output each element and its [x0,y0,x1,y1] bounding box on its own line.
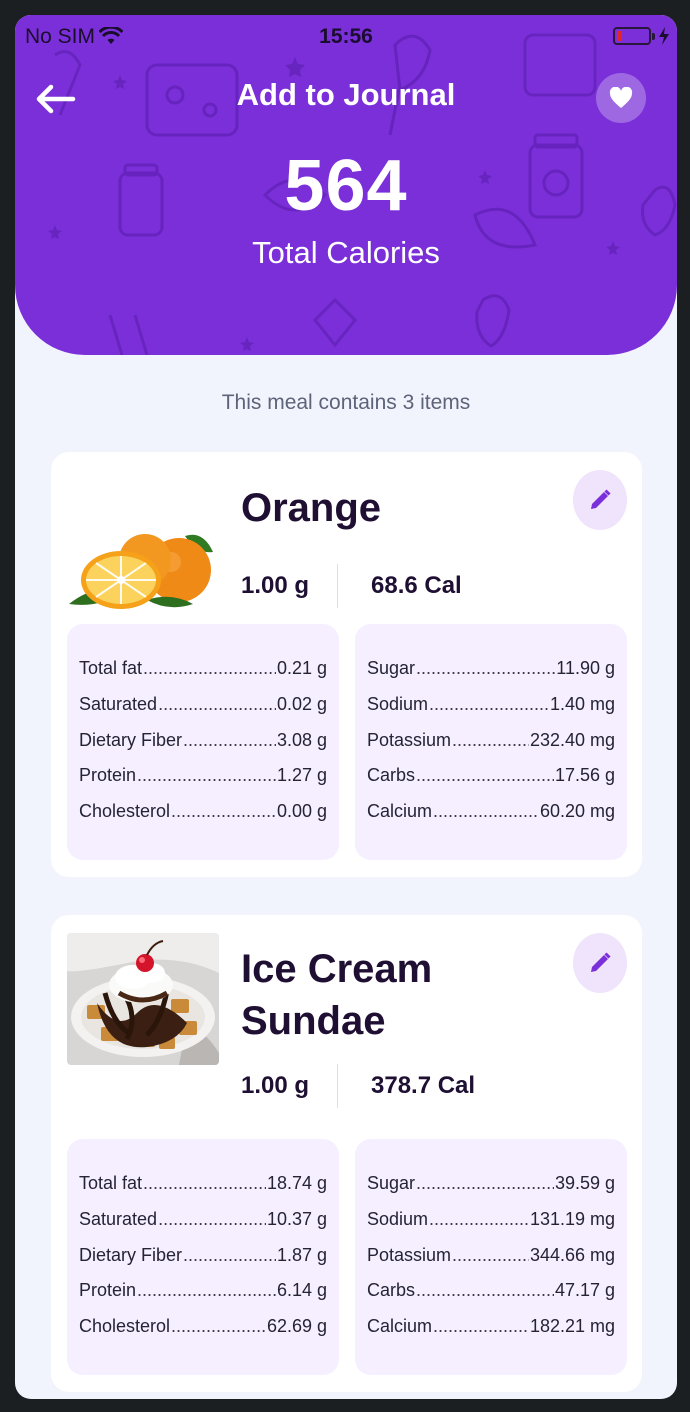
food-card[interactable]: Orange 1.00 g 68.6 Cal Total fat0.21 g S… [51,452,642,877]
charging-bolt-icon [659,27,669,45]
nutrient-row: Sodium1.40 mg [367,694,615,730]
nutrient-row: Calcium60.20 mg [367,801,615,837]
nutrient-row: Dietary Fiber3.08 g [79,730,327,766]
status-time: 15:56 [319,25,373,48]
orange-image [67,482,219,614]
food-name: Ice Cream Sundae [241,947,433,1043]
journal-header: No SIM 15:56 Add to Journal 564 Total Ca… [15,15,677,355]
total-calories-value: 564 [284,146,408,226]
total-calories-label: Total Calories [252,235,440,270]
nutrient-row: Potassium232.40 mg [367,730,615,766]
heart-icon [609,87,633,108]
nutrient-panel-left: Total fat0.21 g Saturated0.02 g Dietary … [67,624,339,860]
pencil-icon [591,952,611,972]
nutrient-row: Saturated10.37 g [79,1209,327,1245]
nutrient-row: Total fat0.21 g [79,658,327,694]
food-quantity: 1.00 g [241,1072,310,1099]
nutrient-row: Sugar11.90 g [367,658,615,694]
nutrient-row: Cholesterol62.69 g [79,1316,327,1352]
nutrient-row: Dietary Fiber1.87 g [79,1245,327,1281]
food-card[interactable]: Ice Cream Sundae 1.00 g 378.7 Cal Total … [51,915,642,1392]
battery-icon [613,27,655,45]
favorite-button[interactable] [596,73,646,123]
food-quantity: 1.00 g [241,572,310,599]
nutrient-row: Sugar39.59 g [367,1173,615,1209]
sundae-image [67,933,219,1065]
pencil-icon [591,489,611,509]
edit-button[interactable] [573,933,627,993]
divider [337,564,338,608]
nutrient-row: Protein6.14 g [79,1280,327,1316]
nutrient-row: Calcium182.21 mg [367,1316,615,1352]
nutrient-row: Cholesterol0.00 g [79,801,327,837]
nutrient-row: Carbs47.17 g [367,1280,615,1316]
food-calories: 68.6 Cal [371,572,462,599]
nutrient-row: Potassium344.66 mg [367,1245,615,1281]
meal-item-count: This meal contains 3 items [221,391,471,414]
food-calories: 378.7 Cal [371,1072,476,1099]
food-name: Orange [241,486,382,530]
nutrient-panel-right: Sugar11.90 g Sodium1.40 mg Potassium232.… [355,624,627,860]
page-title: Add to Journal [236,77,456,112]
nutrient-row: Sodium131.19 mg [367,1209,615,1245]
nutrient-panel-left: Total fat18.74 g Saturated10.37 g Dietar… [67,1139,339,1375]
nutrient-row: Carbs17.56 g [367,765,615,801]
edit-button[interactable] [573,470,627,530]
app-screen: No SIM 15:56 Add to Journal 564 Total Ca… [15,15,677,1399]
nutrient-row: Total fat18.74 g [79,1173,327,1209]
nutrient-row: Saturated0.02 g [79,694,327,730]
nutrient-panel-right: Sugar39.59 g Sodium131.19 mg Potassium34… [355,1139,627,1375]
nutrient-row: Protein1.27 g [79,765,327,801]
status-bar: No SIM 15:56 [15,21,677,51]
divider [337,1064,338,1108]
